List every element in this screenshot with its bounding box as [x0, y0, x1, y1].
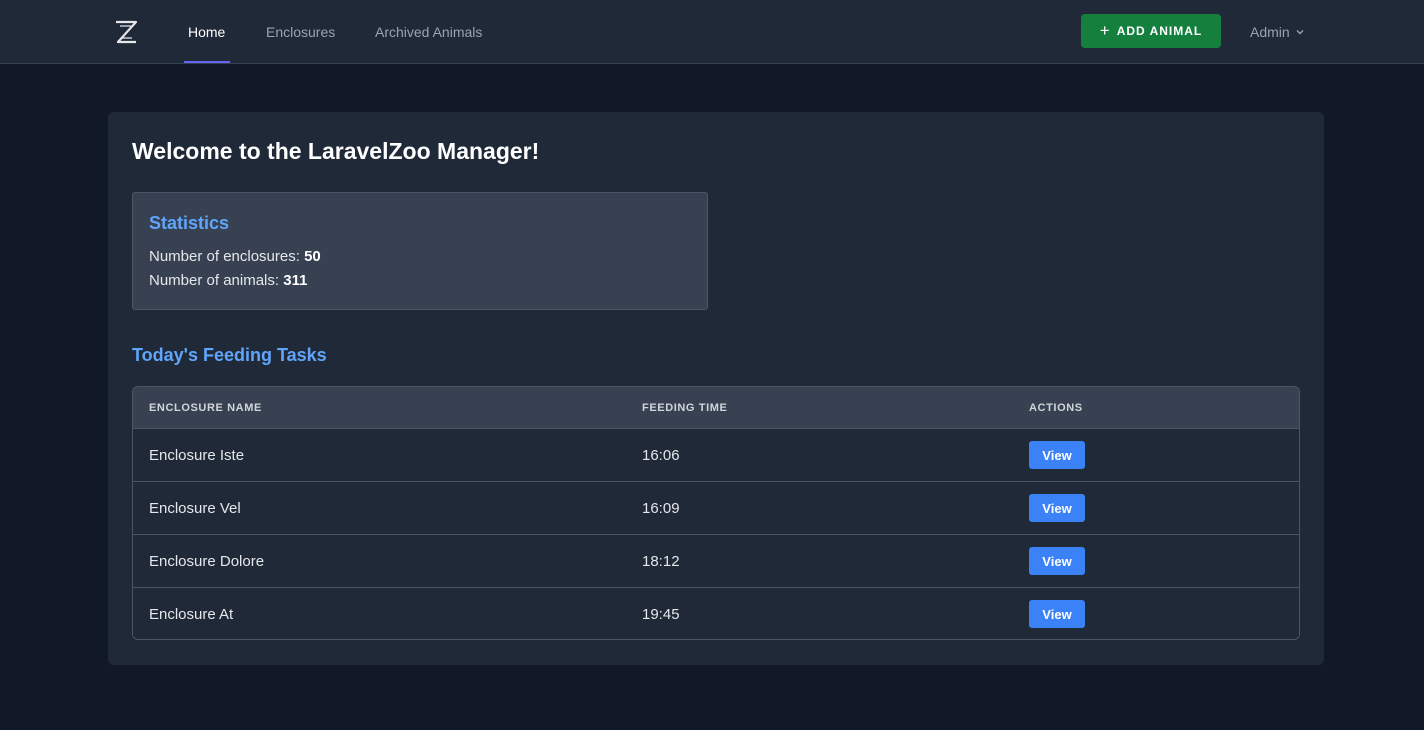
- plus-icon: +: [1099, 21, 1111, 40]
- statistics-panel: Statistics Number of enclosures: 50 Numb…: [132, 192, 708, 310]
- table-header: ENCLOSURE NAME FEEDING TIME ACTIONS: [133, 387, 1299, 428]
- add-animal-button[interactable]: + ADD ANIMAL: [1081, 14, 1221, 48]
- feeding-time-cell: 16:06: [642, 446, 680, 464]
- animal-count-label: Number of animals:: [149, 272, 280, 289]
- enclosure-count-line: Number of enclosures: 50: [149, 248, 321, 265]
- add-animal-label: ADD ANIMAL: [1116, 24, 1203, 38]
- feeding-time-cell: 18:12: [642, 552, 680, 570]
- statistics-title: Statistics: [149, 213, 230, 233]
- feeding-time-cell: 16:09: [642, 499, 680, 517]
- header-enclosure-name: ENCLOSURE NAME: [149, 401, 262, 414]
- table-row: Enclosure At 19:45 View: [133, 587, 1299, 639]
- page-title: Welcome to the LaravelZoo Manager!: [132, 138, 540, 164]
- view-button[interactable]: View: [1029, 494, 1085, 522]
- dashboard-card: Welcome to the LaravelZoo Manager! Stati…: [108, 112, 1324, 665]
- user-menu-dropdown[interactable]: Admin: [1250, 0, 1305, 63]
- enclosure-name-cell: Enclosure At: [149, 605, 234, 623]
- feeding-tasks-table: ENCLOSURE NAME FEEDING TIME ACTIONS Encl…: [132, 386, 1300, 640]
- table-row: Enclosure Vel 16:09 View: [133, 481, 1299, 534]
- enclosure-count-label: Number of enclosures:: [149, 248, 300, 265]
- z-logo-icon[interactable]: [112, 18, 140, 46]
- enclosure-name-cell: Enclosure Vel: [149, 499, 241, 517]
- table-row: Enclosure Dolore 18:12 View: [133, 534, 1299, 587]
- nav-archived-animals-link[interactable]: Archived Animals: [375, 0, 482, 63]
- nav-home-link[interactable]: Home: [188, 0, 225, 63]
- enclosure-name-cell: Enclosure Dolore: [149, 552, 265, 570]
- animal-count-value: 311: [283, 272, 308, 289]
- table-row: Enclosure Iste 16:06 View: [133, 428, 1299, 481]
- user-name: Admin: [1250, 23, 1290, 40]
- feeding-tasks-title: Today's Feeding Tasks: [132, 345, 327, 365]
- header-actions: ACTIONS: [1029, 401, 1083, 414]
- view-button[interactable]: View: [1029, 600, 1085, 628]
- top-navbar: Home Enclosures Archived Animals + ADD A…: [0, 0, 1424, 64]
- chevron-down-icon: [1296, 29, 1304, 34]
- enclosure-name-cell: Enclosure Iste: [149, 446, 245, 464]
- view-button[interactable]: View: [1029, 547, 1085, 575]
- enclosure-count-value: 50: [304, 248, 321, 265]
- view-button[interactable]: View: [1029, 441, 1085, 469]
- nav-active-indicator: [184, 61, 230, 63]
- header-feeding-time: FEEDING TIME: [642, 401, 728, 414]
- feeding-time-cell: 19:45: [642, 605, 680, 623]
- nav-enclosures-link[interactable]: Enclosures: [266, 0, 335, 63]
- animal-count-line: Number of animals: 311: [149, 272, 307, 289]
